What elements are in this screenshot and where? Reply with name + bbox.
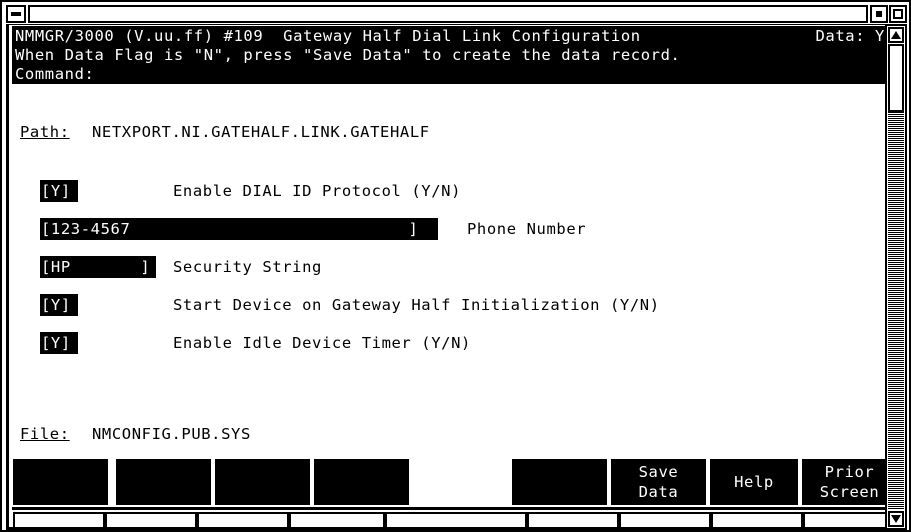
key-cell-2[interactable]: [105, 512, 197, 527]
command-prompt[interactable]: Command:: [15, 65, 94, 84]
scroll-down-arrow-icon[interactable]: [888, 511, 904, 527]
function-key-grid: [12, 507, 886, 527]
softkey-f9-label: Screen: [819, 483, 880, 501]
softkey-f6[interactable]: [512, 459, 607, 505]
field-row-start-device-on-gateway-half-init: [Y] Start Device on Gateway Half Initiali…: [12, 294, 886, 318]
softkey-f2[interactable]: [116, 459, 211, 505]
key-cell-6[interactable]: [527, 512, 619, 527]
key-cell-5[interactable]: [385, 512, 527, 527]
softkey-f8[interactable]: Help: [710, 459, 798, 505]
scroll-up-arrow-icon[interactable]: [888, 27, 904, 43]
title-text: [28, 5, 868, 23]
field-row-security-string: [HP ] Security String: [12, 256, 886, 280]
minimize-icon[interactable]: [870, 5, 888, 23]
window-menu-icon[interactable]: [6, 5, 26, 23]
key-cell-7[interactable]: [619, 512, 711, 527]
softkey-f7-label: Save: [638, 463, 679, 481]
field-row-enable-dial-id-protocol: [Y] Enable DIAL ID Protocol (Y/N): [12, 180, 886, 204]
scrollbar-thumb[interactable]: [888, 44, 904, 112]
enable-dial-id-protocol-label: Enable DIAL ID Protocol (Y/N): [173, 182, 462, 200]
softkey-f8-label: Help: [734, 473, 774, 491]
screen-title: NMMGR/3000 (V.uu.ff) #109 Gateway Half D…: [15, 27, 641, 45]
minimize-glyph: [876, 11, 882, 17]
file-label: File:: [20, 425, 70, 443]
field-row-phone-number: [123-4567 ] Phone Number: [12, 218, 886, 242]
field-row-enable-idle-device-timer: [Y] Enable Idle Device Timer (Y/N): [12, 332, 886, 356]
softkey-f9-label: Prior: [824, 463, 875, 481]
key-cell-1[interactable]: [13, 512, 105, 527]
path-value: NETXPORT.NI.GATEHALF.LINK.GATEHALF: [92, 123, 430, 141]
vertical-scrollbar[interactable]: [885, 24, 907, 530]
maximize-glyph: [893, 9, 903, 19]
form-area: Path: NETXPORT.NI.GATEHALF.LINK.GATEHALF…: [12, 85, 886, 457]
screen-header-block: NMMGR/3000 (V.uu.ff) #109 Gateway Half D…: [12, 26, 886, 84]
softkey-f5[interactable]: [413, 459, 508, 505]
phone-number-input[interactable]: [123-4567 ]: [40, 218, 438, 240]
softkey-f9[interactable]: Prior Screen: [802, 459, 886, 505]
softkey-label-strip: Save Data Help Prior Screen: [12, 459, 886, 505]
screen-instruction: When Data Flag is "N", press "Save Data"…: [15, 46, 681, 64]
security-string-label: Security String: [173, 258, 322, 276]
start-device-on-gateway-half-init-label: Start Device on Gateway Half Initializat…: [173, 296, 660, 314]
softkey-f1[interactable]: [13, 459, 108, 505]
security-string-input[interactable]: [HP ]: [40, 256, 156, 278]
maximize-icon[interactable]: [889, 5, 907, 23]
path-label: Path:: [20, 123, 70, 141]
title-bar: [4, 4, 909, 24]
window-menu-glyph: [11, 12, 21, 16]
key-cell-4[interactable]: [289, 512, 385, 527]
enable-idle-device-timer-label: Enable Idle Device Timer (Y/N): [173, 334, 471, 352]
scroll-up-glyph: [891, 31, 901, 39]
key-cell-3[interactable]: [197, 512, 289, 527]
terminal-screen[interactable]: NMMGR/3000 (V.uu.ff) #109 Gateway Half D…: [6, 24, 886, 530]
file-value: NMCONFIG.PUB.SYS: [92, 425, 251, 443]
softkey-f7-label: Data: [638, 483, 679, 501]
start-device-on-gateway-half-init-input[interactable]: [Y]: [40, 294, 78, 316]
data-flag-status: Data: Y: [815, 27, 885, 45]
softkey-f4[interactable]: [314, 459, 409, 505]
key-cell-8[interactable]: [711, 512, 803, 527]
scrollbar-track[interactable]: [888, 44, 904, 510]
scroll-down-glyph: [891, 515, 901, 523]
key-cell-9[interactable]: [803, 512, 886, 527]
enable-idle-device-timer-input[interactable]: [Y]: [40, 332, 78, 354]
phone-number-label: Phone Number: [467, 220, 587, 238]
enable-dial-id-protocol-input[interactable]: [Y]: [40, 180, 78, 202]
softkey-f7[interactable]: Save Data: [611, 459, 706, 505]
application-window: NMMGR/3000 (V.uu.ff) #109 Gateway Half D…: [0, 0, 911, 532]
softkey-f3[interactable]: [215, 459, 310, 505]
